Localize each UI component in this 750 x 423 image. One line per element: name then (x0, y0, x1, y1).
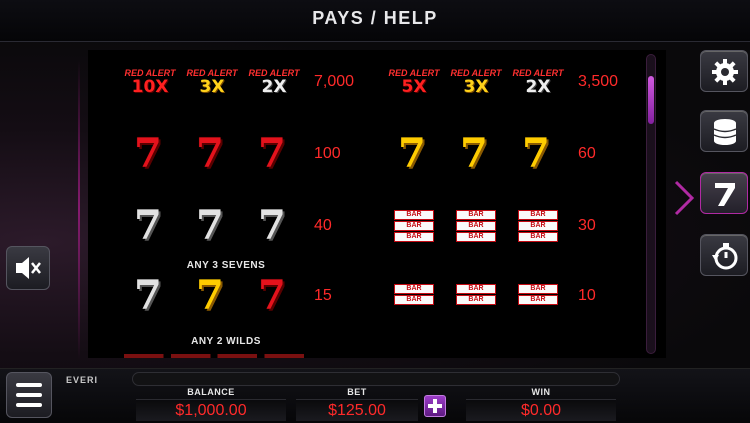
triple-bar-symbol-icon: BAR BAR BAR (450, 206, 502, 246)
seven-glyph: 7 (522, 130, 550, 177)
sound-toggle-button[interactable] (6, 246, 50, 290)
win-label: WIN (531, 387, 551, 397)
paytable-row: BAR BAR BAR BAR BAR BAR 10 (88, 276, 666, 316)
bar-plate: BAR (456, 232, 496, 242)
double-bar-symbol-icon: BAR BAR (388, 276, 440, 316)
next-row-preview (124, 354, 304, 358)
message-bar (132, 372, 620, 386)
bet-levels-button[interactable] (700, 110, 748, 152)
payout-value: 3,500 (578, 73, 619, 90)
bar-plate: BAR (456, 295, 496, 305)
bar-plate: BAR (394, 295, 434, 305)
brand-logo: EVERI (66, 375, 99, 385)
paytable-row: RED ALERT 5X RED ALERT 3X RED ALERT 2X 3,500 (88, 62, 666, 102)
triple-bar-symbol-icon: BAR BAR BAR (512, 206, 564, 246)
top-bar: PAYS / HELP (0, 0, 750, 42)
double-bar-symbol-icon: BAR BAR (512, 276, 564, 316)
bar-stack: BAR BAR (394, 284, 434, 306)
red-alert-symbol-icon: RED ALERT 5X (388, 62, 440, 102)
frame-glow-divider (78, 60, 80, 360)
bar-stack: BAR BAR BAR (518, 210, 558, 243)
payout-value: 10 (578, 287, 596, 304)
multiplier-label: 3X (463, 77, 489, 97)
gear-icon (712, 59, 738, 85)
hamburger-icon (16, 383, 42, 387)
red-alert-logo: RED ALERT 2X (512, 68, 564, 100)
red-alert-symbol-icon: RED ALERT 3X (450, 62, 502, 102)
seven-glyph: 7 (460, 130, 488, 177)
multiplier-label: 5X (401, 77, 427, 97)
win-value: $0.00 (466, 399, 616, 421)
multiplier-label: 2X (525, 77, 551, 97)
bar-plate: BAR (518, 221, 558, 231)
bar-plate: BAR (518, 232, 558, 242)
bar-plate: BAR (394, 284, 434, 294)
bar-plate: BAR (456, 284, 496, 294)
bet-value: $125.00 (296, 399, 418, 421)
bar-plate: BAR (518, 295, 558, 305)
bottom-bar: EVERI BALANCE $1,000.00 BET $125.00 WIN … (0, 368, 750, 423)
balance-meter: BALANCE $1,000.00 (136, 387, 286, 421)
bar-plate: BAR (518, 284, 558, 294)
payout-value: 30 (578, 217, 596, 234)
bar-plate: BAR (518, 210, 558, 220)
bar-stack: BAR BAR BAR (394, 210, 434, 243)
bar-stack: BAR BAR BAR (456, 210, 496, 243)
red-alert-logo: RED ALERT 5X (388, 68, 440, 100)
paytable-row: 7 7 7 60 (88, 134, 666, 174)
balance-value: $1,000.00 (136, 399, 286, 421)
bar-stack: BAR BAR (518, 284, 558, 306)
bar-plate: BAR (394, 221, 434, 231)
right-button-rail (700, 48, 750, 288)
active-tab-chevron-icon (674, 180, 695, 216)
bar-plate: BAR (456, 210, 496, 220)
hamburger-icon-line (16, 393, 42, 397)
increase-bet-button[interactable] (424, 395, 446, 417)
menu-button[interactable] (6, 372, 52, 418)
seven-glyph: 7 (398, 130, 426, 177)
seven-symbol-icon: 7 (388, 134, 440, 174)
plus-icon (428, 399, 442, 413)
paytable-button[interactable] (700, 172, 748, 214)
seven-symbol-icon: 7 (450, 134, 502, 174)
bar-plate: BAR (394, 232, 434, 242)
bet-meter: BET $125.00 (296, 387, 418, 421)
paytable-note: ANY 3 SEVENS (186, 260, 266, 271)
payout-value: 60 (578, 145, 596, 162)
page-title: PAYS / HELP (312, 8, 438, 28)
bar-plate: BAR (456, 221, 496, 231)
coin-stack-icon (713, 119, 737, 145)
seven-icon (715, 183, 735, 206)
win-meter: WIN $0.00 (466, 387, 616, 421)
bar-stack: BAR BAR (456, 284, 496, 306)
paytable-panel: RED ALERT 10X RED ALERT 3X RED ALERT 2X 7,000 7… (88, 50, 666, 358)
hamburger-icon-line (16, 403, 42, 407)
scrollbar-thumb[interactable] (648, 76, 654, 124)
speaker-muted-icon (16, 257, 41, 279)
red-alert-symbol-icon: RED ALERT 2X (512, 62, 564, 102)
bar-plate: BAR (394, 210, 434, 220)
bet-label: BET (347, 387, 367, 397)
seven-symbol-icon: 7 (512, 134, 564, 174)
triple-bar-symbol-icon: BAR BAR BAR (388, 206, 440, 246)
balance-label: BALANCE (187, 387, 235, 397)
red-alert-logo: RED ALERT 3X (450, 68, 502, 100)
paytable-scrollbar[interactable] (646, 54, 656, 354)
paytable-note: ANY 2 WILDS (191, 336, 261, 347)
autoplay-button[interactable] (700, 234, 748, 276)
paytable-row: BAR BAR BAR BAR BAR BAR BAR BAR BAR 30 (88, 206, 666, 246)
stopwatch-icon (712, 243, 738, 270)
double-bar-symbol-icon: BAR BAR (450, 276, 502, 316)
settings-button[interactable] (700, 50, 748, 92)
